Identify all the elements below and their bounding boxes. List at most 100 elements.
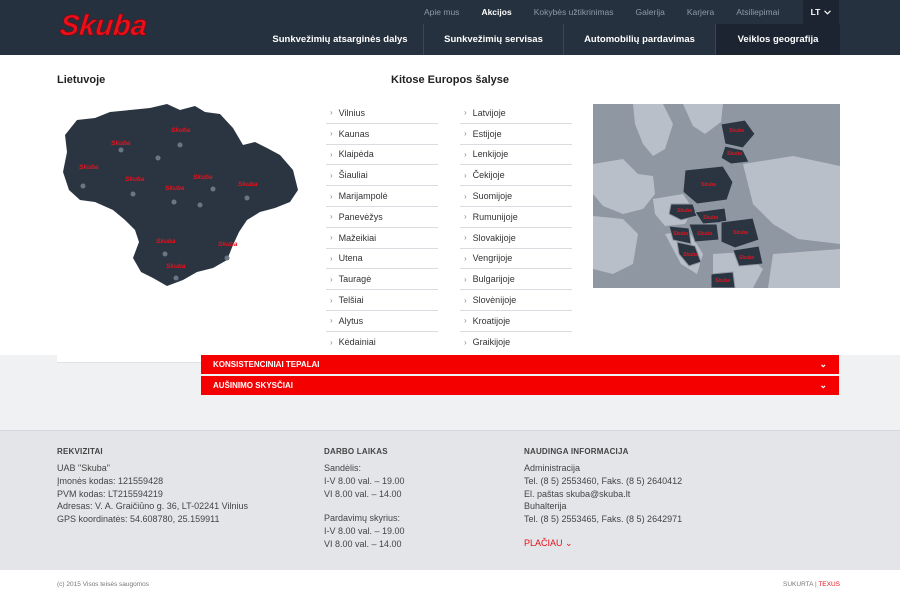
placiau-link[interactable]: PLAČIAU ⌄ <box>524 538 573 549</box>
eu-country-list: › Latvijoje › Estijoje › Lenkijoje › Čekijoj… <box>460 103 572 353</box>
chevron-right-icon: › <box>464 233 467 243</box>
chevron-right-icon: › <box>464 149 467 159</box>
svg-text:Skuba: Skuba <box>218 241 238 248</box>
list-item[interactable]: › Slovėnijoje <box>460 290 572 311</box>
site-header: Skuba Apie mus Akcijos Kokybės užtikrini… <box>0 0 900 55</box>
chevron-right-icon: › <box>464 108 467 118</box>
list-item[interactable]: › Panevėžys <box>326 207 438 228</box>
chevron-right-icon: › <box>330 233 333 243</box>
accordion-row-konsistenciniai-tepalai[interactable]: KONSISTENCINIAI TEPALAI ⌄ <box>201 355 839 374</box>
footer-heading: DARBO LAIKAS <box>324 447 388 456</box>
mainnav-servisas[interactable]: Sunkvežimių servisas <box>423 24 563 55</box>
list-item[interactable]: › Kėdainiai <box>326 332 438 353</box>
topnav-akcijos[interactable]: Akcijos <box>481 7 511 17</box>
list-item[interactable]: › Šiauliai <box>326 165 438 187</box>
bottom-bar: (c) 2015 Visos teisės saugomos SUKURTA |… <box>0 570 900 601</box>
list-item[interactable]: › Estijoje <box>460 124 572 145</box>
chevron-right-icon: › <box>330 274 333 284</box>
footer-rekvizitai: REKVIZITAI UAB "Skuba" Įmonės kodas: 121… <box>57 447 248 525</box>
europe-map: Skuba Skuba Skuba Skuba Skuba Skuba Skub… <box>593 104 840 288</box>
chevron-right-icon: › <box>330 212 333 222</box>
svg-text:Skuba: Skuba <box>111 140 131 147</box>
svg-text:Skuba: Skuba <box>171 127 191 134</box>
chevron-down-icon: ⌄ <box>565 537 573 548</box>
chevron-right-icon: › <box>330 295 333 305</box>
list-item[interactable]: › Marijampolė <box>326 186 438 207</box>
list-item[interactable]: › Utena <box>326 249 438 270</box>
list-item[interactable]: › Lenkijoje <box>460 145 572 166</box>
chevron-right-icon: › <box>330 170 333 180</box>
chevron-right-icon: › <box>330 316 333 326</box>
side-menu-stub <box>57 355 201 363</box>
svg-text:Skuba: Skuba <box>79 164 99 171</box>
footer-heading: NAUDINGA INFORMACIJA <box>524 447 629 456</box>
svg-text:Skuba: Skuba <box>703 215 718 221</box>
credit: SUKURTA | TEXUS <box>783 581 840 588</box>
list-item[interactable]: › Bulgarijoje <box>460 269 572 291</box>
list-item[interactable]: › Telšiai <box>326 290 438 311</box>
topnav-galerija[interactable]: Galerija <box>636 7 665 17</box>
skuba-logo[interactable]: Skuba <box>60 8 156 42</box>
mainnav-automobiliu-pardavimas[interactable]: Automobilių pardavimas <box>563 24 715 55</box>
chevron-right-icon: › <box>464 274 467 284</box>
list-item[interactable]: › Suomijoje <box>460 186 572 207</box>
svg-text:Skuba: Skuba <box>165 185 185 192</box>
svg-text:Skuba: Skuba <box>739 255 754 261</box>
topnav-atsiliepimai[interactable]: Atsiliepimai <box>736 7 779 17</box>
list-item[interactable]: › Čekijoje <box>460 165 572 187</box>
svg-text:Skuba: Skuba <box>193 174 213 181</box>
list-item[interactable]: › Vilnius <box>326 103 438 124</box>
mainnav-atsargines-dalys[interactable]: Sunkvežimių atsarginės dalys <box>257 24 423 55</box>
chevron-down-icon: ⌄ <box>819 359 827 369</box>
chevron-right-icon: › <box>464 253 467 263</box>
topnav-karjera[interactable]: Karjera <box>687 7 714 17</box>
chevron-right-icon: › <box>464 170 467 180</box>
footer-heading: REKVIZITAI <box>57 447 103 456</box>
chevron-down-icon: ⌄ <box>819 380 827 390</box>
copyright-text: (c) 2015 Visos teisės saugomos <box>57 581 150 588</box>
list-item[interactable]: › Slovakijoje <box>460 228 572 249</box>
chevron-right-icon: › <box>330 149 333 159</box>
chevron-right-icon: › <box>464 191 467 201</box>
topnav-kokybes-uztikrinimas[interactable]: Kokybės užtikrinimas <box>534 7 614 17</box>
svg-text:Skuba: Skuba <box>677 208 692 214</box>
language-selector[interactable]: LT <box>803 0 839 24</box>
list-item[interactable]: › Kaunas <box>326 124 438 145</box>
chevron-right-icon: › <box>464 129 467 139</box>
svg-text:Skuba: Skuba <box>238 181 258 188</box>
mainnav-veiklos-geografija[interactable]: Veiklos geografija <box>715 24 840 55</box>
chevron-right-icon: › <box>330 129 333 139</box>
site-footer: REKVIZITAI UAB "Skuba" Įmonės kodas: 121… <box>0 430 900 570</box>
svg-text:Skuba: Skuba <box>727 151 742 157</box>
topnav-apie-mus[interactable]: Apie mus <box>424 7 459 17</box>
chevron-right-icon: › <box>330 191 333 201</box>
svg-text:Skuba: Skuba <box>701 182 716 188</box>
geography-dropdown-panel: Lietuvoje Kitose Europos šalyse Skuba Sk… <box>0 55 900 355</box>
svg-text:Skuba: Skuba <box>673 231 688 237</box>
list-item[interactable]: › Kroatijoje <box>460 311 572 332</box>
svg-text:Skuba: Skuba <box>166 263 186 270</box>
chevron-right-icon: › <box>464 337 467 347</box>
language-code: LT <box>810 7 821 17</box>
lt-city-list: › Vilnius › Kaunas › Klaipėda › Šiauliai › Ma… <box>326 103 438 353</box>
list-item[interactable]: › Graikijoje <box>460 332 572 353</box>
texus-link[interactable]: TEXUS <box>818 581 840 588</box>
chevron-right-icon: › <box>464 295 467 305</box>
list-item[interactable]: › Vengrijoje <box>460 249 572 270</box>
svg-text:Skuba: Skuba <box>715 278 730 284</box>
lithuania-title: Lietuvoje <box>57 74 106 86</box>
list-item[interactable]: › Rumunijoje <box>460 207 572 228</box>
accordion-row-ausinimo-skysciai[interactable]: AUŠINIMO SKYSČIAI ⌄ <box>201 376 839 395</box>
list-item[interactable]: › Mažeikiai <box>326 228 438 249</box>
list-item[interactable]: › Klaipėda <box>326 145 438 166</box>
list-item[interactable]: › Latvijoje <box>460 103 572 124</box>
svg-text:Skuba: Skuba <box>156 238 176 245</box>
svg-text:Skuba: Skuba <box>125 176 145 183</box>
footer-naudinga-informacija: NAUDINGA INFORMACIJA Administracija Tel.… <box>524 447 683 549</box>
list-item[interactable]: › Tauragė <box>326 269 438 291</box>
europe-title: Kitose Europos šalyse <box>391 74 509 86</box>
footer-darbo-laikas: DARBO LAIKAS Sandėlis: I-V 8.00 val. – 1… <box>324 447 405 549</box>
svg-text:Skuba: Skuba <box>683 252 698 258</box>
list-item[interactable]: › Alytus <box>326 311 438 332</box>
svg-text:Skuba: Skuba <box>697 231 712 237</box>
